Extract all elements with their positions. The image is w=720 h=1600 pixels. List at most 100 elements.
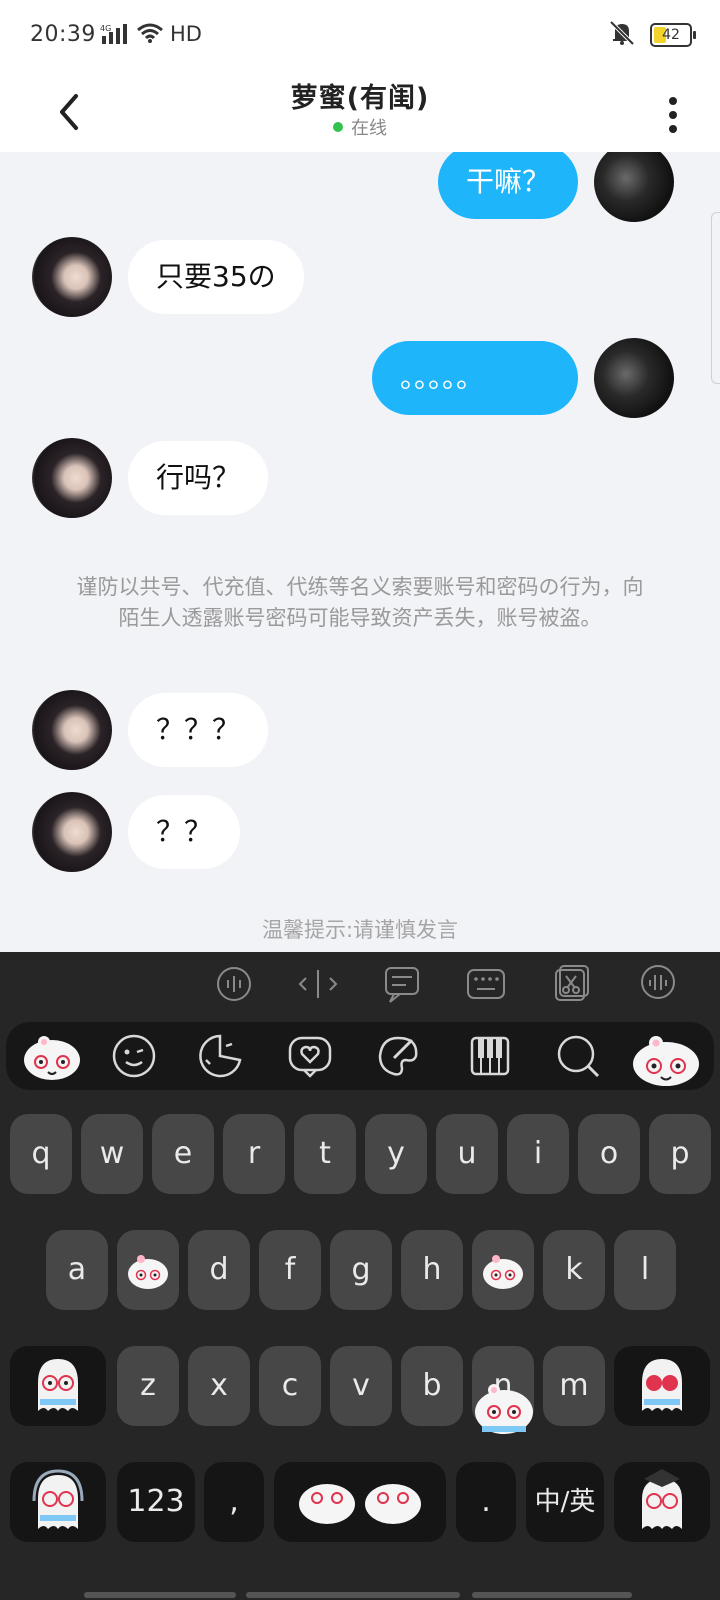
- bear-sticker-icon: [483, 1254, 523, 1289]
- key-r[interactable]: r: [223, 1114, 285, 1194]
- key-g[interactable]: g: [330, 1230, 392, 1310]
- message-bubble-in[interactable]: ？？: [128, 795, 241, 869]
- key-v[interactable]: v: [330, 1346, 392, 1426]
- language-switch-key[interactable]: 中/英: [526, 1462, 604, 1542]
- shift-key[interactable]: [10, 1346, 106, 1426]
- voice-wave-icon[interactable]: [636, 962, 680, 1006]
- key-x[interactable]: x: [188, 1346, 250, 1426]
- screenshot-scissors-icon[interactable]: [548, 962, 592, 1006]
- key-e[interactable]: e: [152, 1114, 214, 1194]
- message-row-in: 行吗？: [32, 438, 269, 518]
- key-l[interactable]: l: [614, 1230, 676, 1310]
- nav-handle: [246, 1592, 460, 1598]
- sticker-bear-icon[interactable]: [22, 1032, 82, 1080]
- chat-header: 萝蜜(有闺) 在线: [0, 70, 720, 152]
- paint-palette-icon[interactable]: [374, 1032, 422, 1080]
- keyboard: q w e r t y u i o p a d f g h k l z x c …: [0, 952, 720, 1600]
- contact-avatar[interactable]: [32, 792, 112, 872]
- sticker-bear-icon[interactable]: [630, 1032, 702, 1086]
- clipboard-text-icon[interactable]: [380, 962, 424, 1006]
- cursor-move-icon[interactable]: [296, 962, 340, 1006]
- message-bubble-out[interactable]: 干嘛？: [438, 152, 578, 219]
- contact-name[interactable]: 萝蜜(有闺): [0, 76, 720, 115]
- keyboard-layout-icon[interactable]: [464, 962, 508, 1006]
- heart-bubble-icon[interactable]: [286, 1032, 334, 1080]
- wifi-icon: [136, 22, 164, 48]
- status-time: 20:39: [30, 22, 96, 47]
- key-i[interactable]: i: [507, 1114, 569, 1194]
- message-row-in: ？？: [32, 792, 241, 872]
- message-bubble-in[interactable]: ？？？: [128, 693, 269, 767]
- more-vertical-icon: [669, 97, 677, 133]
- wink-face-icon[interactable]: [110, 1032, 158, 1080]
- signal-icon: 4G: [100, 22, 130, 50]
- key-a[interactable]: a: [46, 1230, 108, 1310]
- self-avatar[interactable]: [594, 338, 674, 418]
- space-key[interactable]: [274, 1462, 446, 1542]
- key-w[interactable]: w: [81, 1114, 143, 1194]
- message-row-in: 只要35の: [32, 237, 304, 317]
- nav-handle: [84, 1592, 236, 1598]
- voice-input-icon[interactable]: [212, 962, 256, 1006]
- key-c[interactable]: c: [259, 1346, 321, 1426]
- key-p[interactable]: p: [649, 1114, 711, 1194]
- status-bar: 20:39 4G HD 42: [0, 0, 720, 70]
- message-row-out: 。。。。。: [372, 338, 674, 418]
- keyboard-toolbar: [0, 952, 720, 1016]
- key-d[interactable]: d: [188, 1230, 250, 1310]
- scrollbar[interactable]: [711, 212, 720, 384]
- presence-label: 在线: [351, 118, 387, 139]
- key-f[interactable]: f: [259, 1230, 321, 1310]
- security-notice: 谨防以共号、代充值、代练等名义索要账号和密码の行为，向陌生人透露账号密码可能导致…: [76, 575, 644, 630]
- piano-keys-icon[interactable]: [466, 1032, 514, 1080]
- comma-key[interactable]: ,: [204, 1462, 264, 1542]
- key-b[interactable]: b: [401, 1346, 463, 1426]
- emoji-category-bar: [6, 1022, 714, 1090]
- key-j[interactable]: [472, 1230, 534, 1310]
- enter-key[interactable]: [614, 1462, 710, 1542]
- contact-avatar[interactable]: [32, 690, 112, 770]
- emoji-key[interactable]: [10, 1462, 106, 1542]
- contact-avatar[interactable]: [32, 438, 112, 518]
- bear-pair-sticker-icon: [299, 1484, 421, 1524]
- self-avatar[interactable]: [594, 152, 674, 222]
- battery-icon: 42: [650, 23, 696, 47]
- message-row-out: 干嘛？: [438, 152, 674, 222]
- key-o[interactable]: o: [578, 1114, 640, 1194]
- message-bubble-in[interactable]: 只要35の: [128, 240, 304, 314]
- network-label: 4G: [100, 24, 111, 33]
- key-s[interactable]: [117, 1230, 179, 1310]
- floating-bear-sticker: [472, 1380, 536, 1442]
- graduate-sticker-icon: [642, 1469, 682, 1529]
- backspace-key[interactable]: [614, 1346, 710, 1426]
- key-y[interactable]: y: [365, 1114, 427, 1194]
- period-key[interactable]: .: [456, 1462, 516, 1542]
- numbers-key[interactable]: 123: [117, 1462, 195, 1542]
- pacman-face-icon[interactable]: [196, 1032, 244, 1080]
- key-q[interactable]: q: [10, 1114, 72, 1194]
- online-dot-icon: [333, 122, 343, 132]
- message-bubble-out[interactable]: 。。。。。: [372, 341, 578, 415]
- message-list[interactable]: 干嘛？ 只要35の 。。。。。 行吗？ 谨防以共号、代充值、代练等名义索要账号和…: [0, 152, 720, 952]
- key-k[interactable]: k: [543, 1230, 605, 1310]
- key-m[interactable]: m: [543, 1346, 605, 1426]
- bell-mute-icon: [608, 20, 636, 50]
- key-t[interactable]: t: [294, 1114, 356, 1194]
- headphone-sticker-icon: [32, 1469, 84, 1529]
- presence-status: 在线: [0, 114, 720, 140]
- message-bubble-in[interactable]: 行吗？: [128, 441, 269, 515]
- message-row-in: ？？？: [32, 690, 269, 770]
- ghost-sticker-icon: [642, 1359, 682, 1411]
- key-z[interactable]: z: [117, 1346, 179, 1426]
- ghost-sticker-icon: [38, 1359, 78, 1411]
- hd-label: HD: [170, 22, 202, 46]
- nav-handle: [472, 1592, 632, 1598]
- caution-tip: 温馨提示:请谨慎发言: [261, 918, 459, 942]
- contact-avatar[interactable]: [32, 237, 112, 317]
- key-h[interactable]: h: [401, 1230, 463, 1310]
- key-u[interactable]: u: [436, 1114, 498, 1194]
- more-options-button[interactable]: [666, 84, 680, 134]
- battery-level: 42: [662, 27, 680, 43]
- search-icon[interactable]: [554, 1032, 602, 1080]
- bear-sticker-icon: [128, 1254, 168, 1289]
